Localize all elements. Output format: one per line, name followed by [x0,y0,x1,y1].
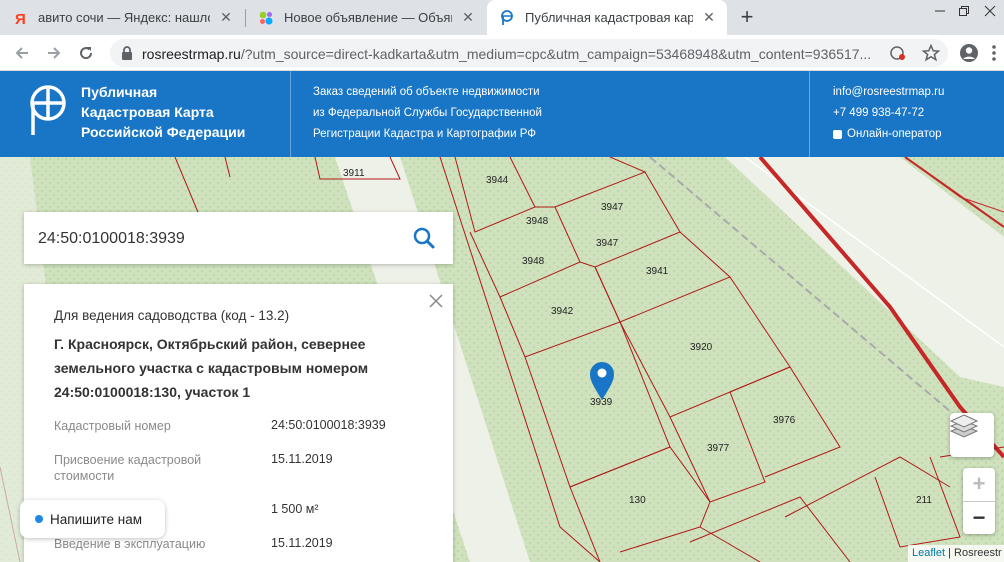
new-tab-button[interactable]: + [736,6,758,29]
menu-kebab-icon[interactable] [982,41,1004,65]
parcel-label[interactable]: 3941 [646,266,669,277]
parcel-label[interactable]: 3948 [526,216,549,227]
info-value: 15.11.2019 [271,452,333,466]
chat-widget-button[interactable]: Напишите нам [20,500,165,538]
cadastral-search-box [24,212,453,264]
tab-yandex[interactable]: Я авито сочи — Яндекс: нашлось ✕ [0,0,244,35]
tab-avito[interactable]: Новое объявление — Объявлен ✕ [246,0,486,35]
info-label: Кадастровый номер [54,419,171,433]
header-divider [809,71,810,157]
yandex-icon: Я [12,10,28,26]
browser-toolbar: rosreestrmap.ru/?utm_source=direct-kadka… [0,35,1004,71]
order-line: Регистрации Кадастра и Картографии РФ [313,128,536,140]
site-title-line: Публичная [81,84,158,100]
online-operator-button[interactable]: Онлайн-оператор [833,124,944,145]
parcel-address: Г. Красноярск, Октябрьский район, северн… [54,336,369,400]
close-icon[interactable] [427,292,445,310]
leaflet-link[interactable]: Leaflet [912,547,945,559]
lock-icon[interactable] [120,45,134,66]
url-domain: rosreestrmap.ru [142,46,241,62]
order-line: из Федеральной Службы Государственной [313,107,542,119]
info-label: Присвоение кадастровой стоимости [54,453,202,483]
phone-link[interactable]: +7 499 938-47-72 [833,103,944,124]
restore-icon[interactable] [950,0,978,22]
reload-icon[interactable] [74,41,98,65]
zoom-in-button[interactable]: + [963,468,995,501]
email-link[interactable]: info@rosreestrmap.ru [833,82,944,103]
parcel-label[interactable]: 3948 [522,256,545,267]
order-line: Заказ сведений об объекте недвижимости [313,86,540,98]
svg-text:Я: Я [15,11,26,26]
site-header: Публичная Кадастровая Карта Российской Ф… [0,71,1004,157]
close-tab-icon[interactable]: ✕ [460,9,476,26]
forward-icon[interactable] [42,41,66,65]
layers-button[interactable] [950,413,994,457]
translate-icon[interactable] [890,45,906,66]
tab-strip: Я авито сочи — Яндекс: нашлось ✕ Новое о… [0,0,1004,35]
header-divider [290,71,291,157]
attribution-text: | Rosreestr [948,547,1002,559]
parcel-label[interactable]: 211 [916,495,932,506]
close-tab-icon[interactable]: ✕ [701,9,717,26]
parcel-label[interactable]: 3947 [596,238,619,249]
parcel-label[interactable]: 130 [629,495,646,506]
info-label: Введение в эксплуатацию [54,537,206,551]
site-title-line: Российской Федерации [81,124,246,140]
profile-avatar-icon[interactable] [957,41,981,65]
parcel-label[interactable]: 3911 [343,168,365,179]
contacts: info@rosreestrmap.ru +7 499 938-47-72 Он… [833,82,944,145]
order-info[interactable]: Заказ сведений об объекте недвижимости и… [313,82,542,145]
cadastral-map-icon [499,9,515,26]
chat-icon [833,130,842,139]
tab-cadastral-map[interactable]: Публичная кадастровая карта ✕ [487,0,727,35]
land-use-purpose: Для ведения садоводства (код - 13.2) [54,308,290,323]
site-title[interactable]: Публичная Кадастровая Карта Российской Ф… [81,82,245,142]
tab-title: Новое объявление — Объявлен [284,10,452,25]
parcel-label[interactable]: 3976 [773,415,796,426]
close-window-icon[interactable] [976,0,1004,22]
address-bar[interactable]: rosreestrmap.ru/?utm_source=direct-kadka… [110,39,948,67]
zoom-control: + − [963,468,995,534]
map-attribution: Leaflet | Rosreestr [908,545,1004,562]
search-icon[interactable] [412,226,436,250]
url-text[interactable]: rosreestrmap.ru/?utm_source=direct-kadka… [142,46,902,62]
online-status-dot [35,515,43,523]
map-canvas[interactable]: 3911 3944 3947 3948 3947 3948 3941 3942 … [0,157,1004,562]
tab-title: авито сочи — Яндекс: нашлось [38,10,210,25]
chat-label: Напишите нам [50,511,143,527]
site-title-line: Кадастровая Карта [81,104,214,120]
site-logo-icon[interactable] [26,83,70,144]
url-path: /?utm_source=direct-kadkarta&utm_medium=… [240,46,872,62]
zoom-out-button[interactable]: − [963,501,995,535]
bookmark-star-icon[interactable] [921,43,941,67]
info-value: 24:50:0100018:3939 [271,418,386,432]
tab-title: Публичная кадастровая карта [525,10,693,25]
close-tab-icon[interactable]: ✕ [218,9,234,26]
info-value: 15.11.2019 [271,536,333,550]
cadastral-search-input[interactable] [36,226,400,252]
back-icon[interactable] [10,41,34,65]
parcel-label[interactable]: 3947 [601,202,624,213]
online-operator-label: Онлайн-оператор [847,128,942,140]
parcel-label[interactable]: 3942 [551,306,574,317]
info-value: 1 500 м² [271,502,319,516]
avito-icon [258,10,274,26]
parcel-label[interactable]: 3920 [690,342,713,353]
parcel-label[interactable]: 3977 [707,443,730,454]
parcel-label[interactable]: 3944 [486,175,509,186]
